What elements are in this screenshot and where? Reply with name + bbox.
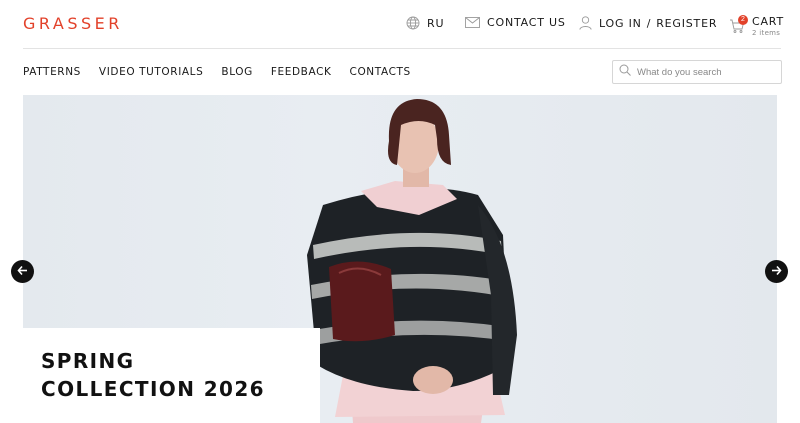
nav-item-blog[interactable]: BLOG [221,66,252,78]
carousel-next-button[interactable] [765,260,788,283]
account-links: LOG IN / REGISTER [579,16,717,30]
cart-label: CART [752,15,784,28]
search-box [612,60,782,84]
carousel-prev-button[interactable] [11,260,34,283]
nav-item-feedback[interactable]: FEEDBACK [271,66,332,78]
contact-us-link[interactable]: CONTACT US [465,16,566,29]
nav-item-patterns[interactable]: PATTERNS [23,66,81,78]
language-label: RU [427,16,445,30]
cart-icon: 2 [729,15,748,34]
search-input[interactable] [637,66,777,78]
nav-item-contacts[interactable]: CONTACTS [350,66,411,78]
brand-logo[interactable]: GRASSER [23,14,123,33]
globe-icon [406,16,420,30]
hero-caption-line-1: SPRING [41,349,135,373]
arrow-right-icon [771,263,782,281]
cart-link[interactable]: 2 CART 2 items [729,15,784,37]
search-icon[interactable] [619,63,631,81]
cart-item-count: 2 items [752,29,781,37]
account-separator: / [646,16,652,30]
cart-badge: 2 [738,15,748,25]
mail-icon [465,17,480,28]
top-bar: GRASSER RU CONTACT US LOG IN / REGISTER … [0,0,800,48]
contact-us-label: CONTACT US [487,16,566,29]
header-divider [23,48,781,49]
language-switcher[interactable]: RU [406,16,444,30]
login-link[interactable]: LOG IN [599,17,642,30]
hero-caption: SPRING COLLECTION 2026 [23,328,320,423]
nav-item-video-tutorials[interactable]: VIDEO TUTORIALS [99,66,203,78]
arrow-left-icon [17,263,28,281]
register-link[interactable]: REGISTER [656,17,717,30]
user-icon [579,16,592,30]
main-nav: PATTERNS VIDEO TUTORIALS BLOG FEEDBACK C… [23,66,429,78]
hero-caption-line-2: COLLECTION 2026 [41,377,265,401]
